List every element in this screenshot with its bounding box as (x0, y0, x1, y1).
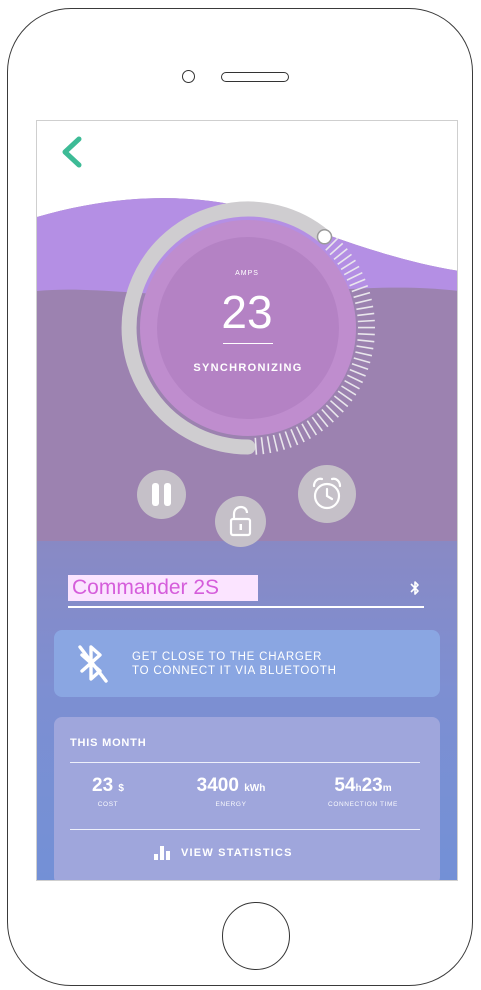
stats-title: THIS MONTH (70, 737, 147, 749)
view-statistics-label: VIEW STATISTICS (181, 847, 293, 859)
gauge-tick (337, 390, 353, 402)
status-label: SYNCHRONIZING (193, 362, 303, 374)
bluetooth-button[interactable] (410, 580, 420, 596)
gauge-tick (353, 291, 371, 299)
time-minutes: 23 (361, 775, 383, 796)
stat-energy: 3400 kWh ENERGY (176, 775, 286, 808)
bluetooth-hint-line2: TO CONNECT IT VIA BLUETOOTH (132, 665, 337, 677)
gauge-tick (340, 259, 356, 271)
gauge-tick (266, 436, 272, 454)
gauge-tick (357, 333, 375, 336)
cost-label: COST (97, 801, 119, 808)
alarm-button[interactable] (298, 465, 356, 523)
alarm-clock-icon (312, 477, 342, 510)
gauge-tick (357, 312, 375, 317)
gauge-tick (355, 351, 373, 357)
gauge-tick (284, 431, 292, 448)
gauge-tick (357, 319, 375, 323)
gauge-tick (346, 271, 363, 281)
time-minutes-unit: m (382, 783, 392, 794)
gauge-tick (301, 423, 311, 439)
energy-label: ENERGY (215, 801, 247, 808)
bluetooth-off-icon (78, 645, 108, 683)
stat-cost: 23 $ COST (78, 775, 138, 808)
chevron-left-icon (62, 136, 82, 168)
pause-icon (152, 483, 171, 506)
camera (182, 70, 195, 83)
gauge-tick (344, 379, 360, 390)
gauge-tick (353, 357, 371, 364)
stats-divider (70, 762, 420, 763)
time-label: CONNECTION TIME (328, 801, 398, 808)
name-underline (68, 606, 424, 608)
bluetooth-hint-line1: GET CLOSE TO THE CHARGER (132, 651, 323, 663)
amps-divider (223, 343, 273, 344)
gauge-tick (311, 416, 323, 432)
speaker (221, 72, 289, 82)
energy-value: 3400 (196, 775, 239, 796)
bluetooth-hint-text: GET CLOSE TO THE CHARGER TO CONNECT IT V… (132, 650, 337, 678)
gauge-tick (295, 426, 305, 443)
gauge-tick (349, 368, 366, 377)
stats-divider-bottom (70, 829, 420, 830)
gauge-tick (355, 298, 372, 305)
unlock-icon (229, 505, 252, 537)
gauge-tick (337, 253, 352, 265)
charger-name-field[interactable]: Commander 2S (68, 575, 258, 601)
gauge-tick (254, 437, 258, 455)
gauge-tick (356, 305, 374, 311)
gauge-knob[interactable] (316, 229, 333, 245)
gauge-tick (343, 265, 360, 276)
gauge-tick (349, 278, 366, 287)
gauge-tick (347, 374, 364, 384)
gauge-tick (341, 385, 357, 396)
energy-unit: kWh (244, 783, 266, 794)
pause-button[interactable] (137, 470, 186, 519)
stat-connection-time: 54h23m CONNECTION TIME (302, 775, 424, 808)
bluetooth-hint-card: GET CLOSE TO THE CHARGER TO CONNECT IT V… (54, 630, 440, 697)
bar-chart-icon (154, 846, 170, 860)
amps-label: AMPS (235, 270, 259, 277)
gauge-tick (272, 434, 279, 452)
gauge-tick (306, 420, 318, 436)
gauge-tick (278, 433, 286, 450)
monthly-stats-card: THIS MONTH 23 $ COST 3400 kWh ENERGY 54h… (54, 717, 440, 880)
view-statistics-button[interactable]: VIEW STATISTICS (154, 845, 344, 863)
amps-value: 23 (221, 286, 273, 338)
gauge-tick (356, 345, 374, 350)
lock-button[interactable] (215, 496, 266, 547)
home-button[interactable] (222, 902, 290, 970)
gauge-tick (260, 437, 265, 455)
cost-unit: $ (118, 783, 124, 794)
time-hours: 54 (334, 775, 356, 796)
gauge-tick (290, 428, 299, 446)
app-screen: AMPS 23 SYNCHRONIZING Commander 2S GET C… (36, 120, 458, 881)
cost-value: 23 (92, 775, 114, 796)
gauge-tick (351, 363, 369, 371)
gauge-tick (351, 285, 369, 293)
gauge-tick (357, 339, 375, 343)
bluetooth-icon (410, 581, 419, 595)
back-button[interactable] (57, 135, 87, 169)
